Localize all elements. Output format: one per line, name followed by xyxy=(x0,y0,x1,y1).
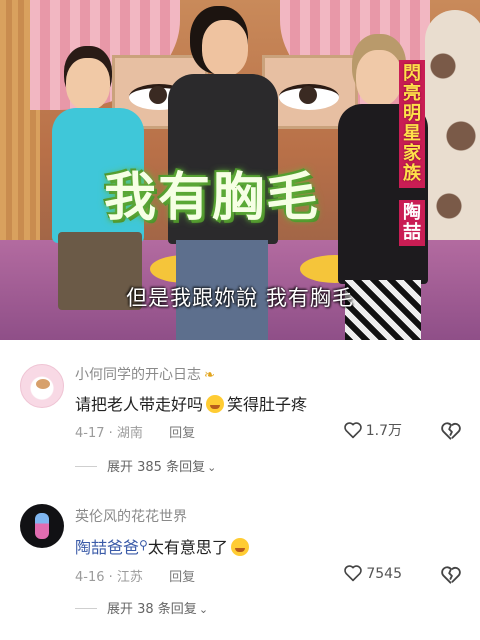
like-count: 7545 xyxy=(366,566,402,582)
video-big-caption: 我有胸毛 xyxy=(103,168,320,228)
comment-location: 湖南 xyxy=(116,426,143,441)
leaf-badge-icon: ❧ xyxy=(204,368,215,383)
chevron-down-icon: ⌄ xyxy=(207,461,217,474)
like-button[interactable]: 7545 xyxy=(343,564,402,582)
avatar[interactable] xyxy=(20,504,64,548)
chevron-down-icon: ⌄ xyxy=(198,603,209,616)
comment-item: 英伦风的花花世界 陶喆爸爸⚲太有意思了 4-16 · 江苏 回复 7545 展开… xyxy=(0,498,480,624)
host-name-tag: 陶喆 xyxy=(399,200,425,246)
comment-date: 4-16 xyxy=(75,570,105,585)
show-title-vertical: 閃亮明星家族 xyxy=(399,60,425,188)
comment-username[interactable]: 英伦风的花花世界 xyxy=(75,506,187,526)
comment-username[interactable]: 小何同学的开心日志 ❧ xyxy=(75,364,215,384)
mention-link[interactable]: 陶喆爸爸⚲ xyxy=(75,538,148,557)
broken-heart-icon[interactable] xyxy=(440,565,462,585)
comment-text: 请把老人带走好吗 笑得肚子疼 xyxy=(75,395,308,414)
comment-date: 4-17 xyxy=(75,426,105,441)
expand-replies-button[interactable]: 展开 385 条回复 ⌄ xyxy=(75,456,216,475)
like-count: 1.7万 xyxy=(365,423,402,439)
video-subtitle: 但是我跟妳說 我有胸毛 xyxy=(126,286,354,310)
host-woman-head xyxy=(66,58,110,110)
divider-line xyxy=(75,466,97,467)
laughing-tears-emoji-icon xyxy=(206,395,225,413)
comment-location: 江苏 xyxy=(116,570,143,585)
video-frame[interactable]: 閃亮明星家族 陶喆 我有胸毛 但是我跟妳說 我有胸毛 xyxy=(0,0,480,340)
host-man-head xyxy=(356,50,402,106)
comment-text: 陶喆爸爸⚲太有意思了 xyxy=(75,534,252,558)
crying-laughing-emoji-icon xyxy=(230,538,249,556)
heart-outline-icon xyxy=(343,422,362,439)
search-icon: ⚲ xyxy=(139,538,148,552)
guest-head xyxy=(202,20,248,76)
reply-button[interactable]: 回复 xyxy=(169,570,195,585)
avatar[interactable] xyxy=(20,364,64,408)
comment-meta: 4-17 · 湖南 回复 xyxy=(75,426,196,441)
reply-button[interactable]: 回复 xyxy=(169,426,195,441)
broken-heart-icon[interactable] xyxy=(440,421,462,441)
expand-replies-button[interactable]: 展开 38 条回复 ⌄ xyxy=(75,598,208,617)
divider-line xyxy=(75,608,97,609)
heart-outline-icon xyxy=(344,565,363,582)
comment-meta: 4-16 · 江苏 回复 xyxy=(75,570,196,585)
comment-item: 小何同学的开心日志 ❧ 请把老人带走好吗 笑得肚子疼 4-17 · 湖南 回复 1.… xyxy=(0,356,480,476)
like-button[interactable]: 1.7万 xyxy=(343,420,402,440)
